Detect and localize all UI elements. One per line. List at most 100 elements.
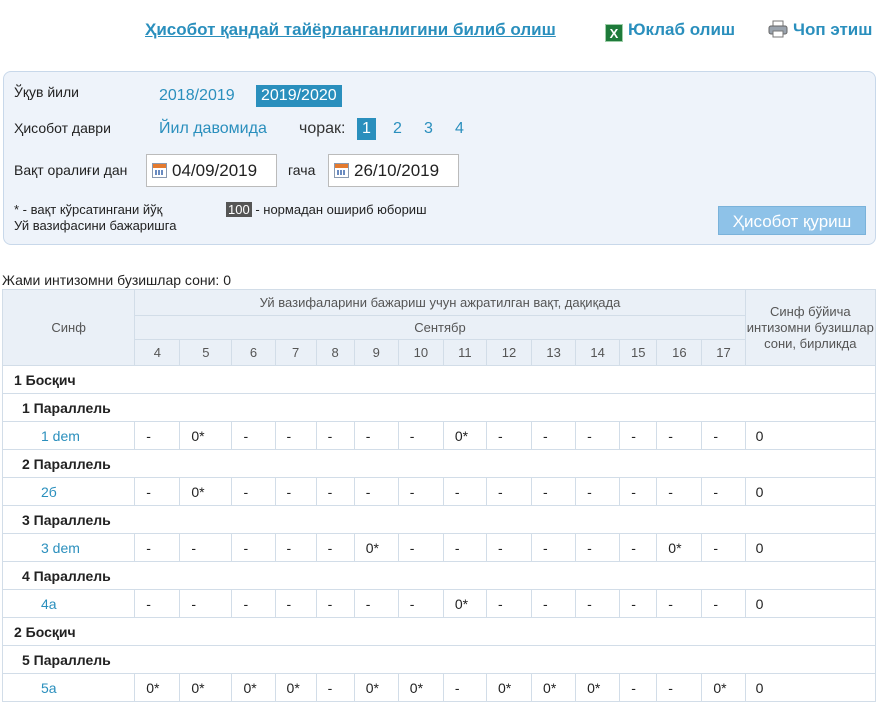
day-cell: - xyxy=(619,533,658,562)
header-total: Синф бўйича интизомни бузишлар сони, бир… xyxy=(744,289,877,366)
day-cell: - xyxy=(575,589,621,618)
day-cell: - xyxy=(134,421,181,450)
date-from-field[interactable]: 04/09/2019 xyxy=(146,154,277,187)
day-cell: - xyxy=(442,673,487,702)
day-cell: 0* xyxy=(485,673,533,702)
parallel-row: 5 Параллель xyxy=(2,645,876,674)
header-day: 12 xyxy=(485,339,533,366)
day-cell: 0* xyxy=(531,673,577,702)
day-cell: 0* xyxy=(179,477,233,506)
header-day: 5 xyxy=(179,339,233,366)
day-cell: - xyxy=(231,533,276,562)
range-to-label: гача xyxy=(288,162,316,178)
day-cell: - xyxy=(397,421,444,450)
parallel-row: 4 Параллель xyxy=(2,561,876,590)
day-cell: - xyxy=(575,477,621,506)
quarter-4[interactable]: 4 xyxy=(450,118,469,140)
day-cell: - xyxy=(315,589,355,618)
legend-note-line1: * - вақт кўрсатингани йўқ xyxy=(14,202,163,217)
day-cell: - xyxy=(315,533,355,562)
quarter-1-active[interactable]: 1 xyxy=(357,118,376,140)
day-cell: 0* xyxy=(656,533,703,562)
class-total-cell: 0 xyxy=(744,533,877,562)
day-cell: - xyxy=(701,477,746,506)
header-day: 13 xyxy=(531,339,577,366)
parallel-label: 2 Параллель xyxy=(2,449,876,478)
quarter-2[interactable]: 2 xyxy=(388,118,407,140)
day-cell: - xyxy=(656,477,703,506)
day-cell: 0* xyxy=(353,533,399,562)
parallel-row: 1 Параллель xyxy=(2,393,876,422)
header-day: 9 xyxy=(353,339,399,366)
day-cell: - xyxy=(353,421,399,450)
print-link[interactable]: Чоп этиш xyxy=(768,20,872,40)
stage-label: 1 Босқич xyxy=(2,365,876,394)
day-cell: - xyxy=(315,477,355,506)
parallel-label: 3 Параллель xyxy=(2,505,876,534)
day-cell: - xyxy=(231,421,276,450)
range-from-label: Вақт оралиғи дан xyxy=(14,162,128,178)
day-cell: - xyxy=(575,533,621,562)
quarter-3[interactable]: 3 xyxy=(419,118,438,140)
header-day: 6 xyxy=(231,339,276,366)
parallel-label: 5 Параллель xyxy=(2,645,876,674)
class-name-link[interactable]: 5а xyxy=(1,673,136,702)
header-day: 15 xyxy=(619,339,658,366)
class-name-link[interactable]: 4а xyxy=(1,589,136,618)
parallel-label: 4 Параллель xyxy=(2,561,876,590)
legend-note: * - вақт кўрсатингани йўқ Уй вазифасини … xyxy=(14,202,176,234)
class-total-cell: 0 xyxy=(744,477,877,506)
day-cell: - xyxy=(179,533,233,562)
download-label: Юклаб олиш xyxy=(628,20,736,39)
header-day: 10 xyxy=(397,339,444,366)
year-option-2018[interactable]: 2018/2019 xyxy=(154,85,240,107)
header-day: 8 xyxy=(315,339,355,366)
day-cell: - xyxy=(353,589,399,618)
date-to-field[interactable]: 26/10/2019 xyxy=(328,154,459,187)
day-cell: - xyxy=(134,477,181,506)
header-day: 14 xyxy=(575,339,621,366)
class-row: 1 dem -0* - - - - -0* - - - - - -0 xyxy=(1,421,877,450)
filter-panel: Ўқув йили 2018/2019 2019/2020 Ҳисобот да… xyxy=(3,71,876,245)
day-cell: - xyxy=(531,533,577,562)
norm-note: - нормадан ошириб юбориш xyxy=(255,202,427,217)
class-total-cell: 0 xyxy=(744,673,877,702)
calendar-icon[interactable] xyxy=(152,163,167,178)
stage-row: 2 Босқич xyxy=(2,617,876,646)
build-report-button[interactable]: Ҳисобот қуриш xyxy=(718,206,866,235)
class-row: 4а - - - - - - -0* - - - - - -0 xyxy=(1,589,877,618)
year-option-2019-active[interactable]: 2019/2020 xyxy=(256,85,342,107)
header-day: 16 xyxy=(656,339,703,366)
day-cell: - xyxy=(134,533,181,562)
report-help-link[interactable]: Ҳисобот қандай тайёрланганлигини билиб о… xyxy=(145,20,556,40)
day-cell: 0* xyxy=(575,673,621,702)
day-cell: 0* xyxy=(274,673,317,702)
day-cell: 0* xyxy=(231,673,276,702)
day-cell: - xyxy=(442,477,487,506)
day-cell: 0* xyxy=(701,673,746,702)
day-cell: - xyxy=(231,589,276,618)
day-cell: - xyxy=(619,421,658,450)
header-month: Сентябр xyxy=(134,315,746,340)
day-cell: 0* xyxy=(134,673,181,702)
class-row: 3 dem - - - - -0* - - - - - -0* -0 xyxy=(1,533,877,562)
class-name-link[interactable]: 1 dem xyxy=(1,421,136,450)
header-day: 7 xyxy=(274,339,317,366)
day-cell: - xyxy=(397,533,444,562)
total-violations: Жами интизомни бузишлар сони: 0 xyxy=(2,272,231,288)
period-option-year[interactable]: Йил давомида xyxy=(159,120,267,138)
calendar-icon[interactable] xyxy=(334,163,349,178)
legend-norm: 100 - нормадан ошириб юбориш xyxy=(226,202,427,217)
day-cell: - xyxy=(397,477,444,506)
download-link[interactable]: X Юклаб олиш xyxy=(605,20,735,42)
class-name-link[interactable]: 3 dem xyxy=(1,533,136,562)
period-label: Ҳисобот даври xyxy=(14,120,111,136)
day-cell: - xyxy=(619,589,658,618)
day-cell: - xyxy=(134,589,181,618)
day-cell: - xyxy=(701,589,746,618)
parallel-row: 2 Параллель xyxy=(2,449,876,478)
day-cell: - xyxy=(274,533,317,562)
class-name-link[interactable]: 2б xyxy=(1,477,136,506)
quarter-label: чорак: xyxy=(299,120,346,137)
day-cell: - xyxy=(531,477,577,506)
